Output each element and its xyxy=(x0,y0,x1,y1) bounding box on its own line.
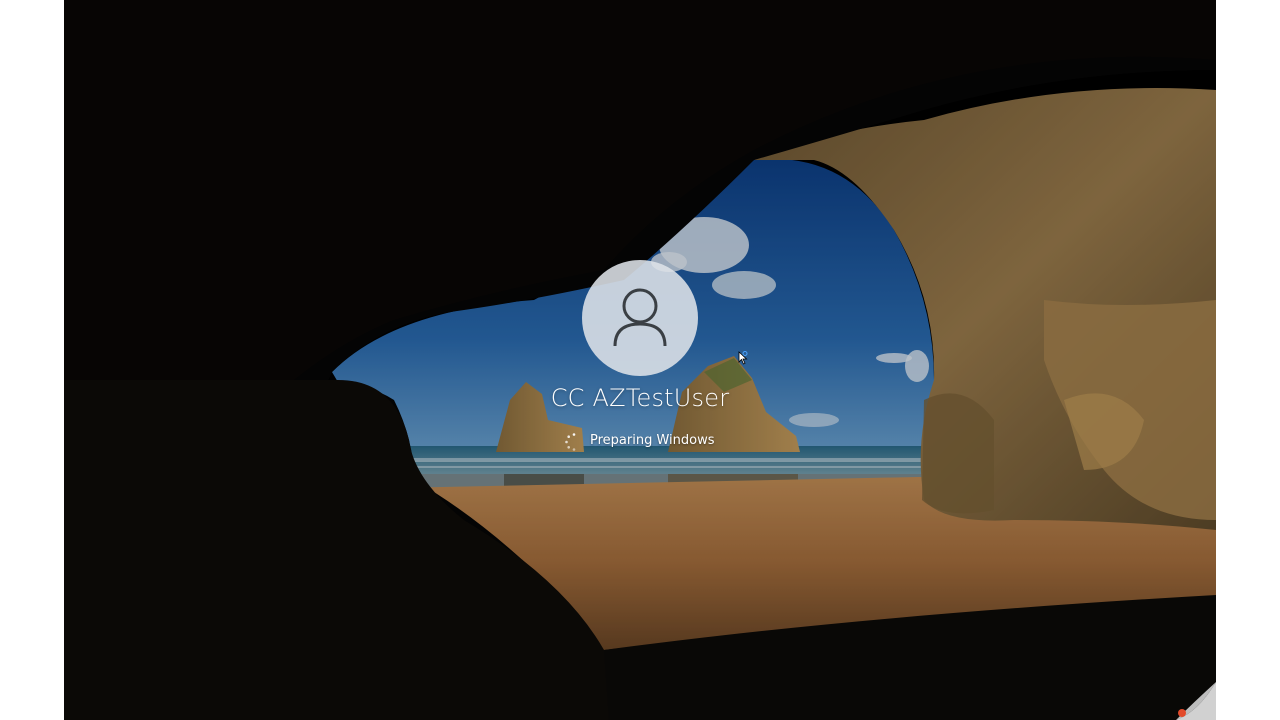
mouse-cursor-icon xyxy=(738,351,748,365)
page-curl-icon xyxy=(1176,682,1216,720)
user-avatar xyxy=(582,260,698,376)
status-text: Preparing Windows xyxy=(590,433,715,448)
user-silhouette-icon xyxy=(613,288,667,347)
loading-spinner-icon xyxy=(565,433,576,451)
lock-screen: CC AZTestUser Preparing Windows xyxy=(64,0,1216,720)
user-display-name: CC AZTestUser xyxy=(550,384,730,412)
